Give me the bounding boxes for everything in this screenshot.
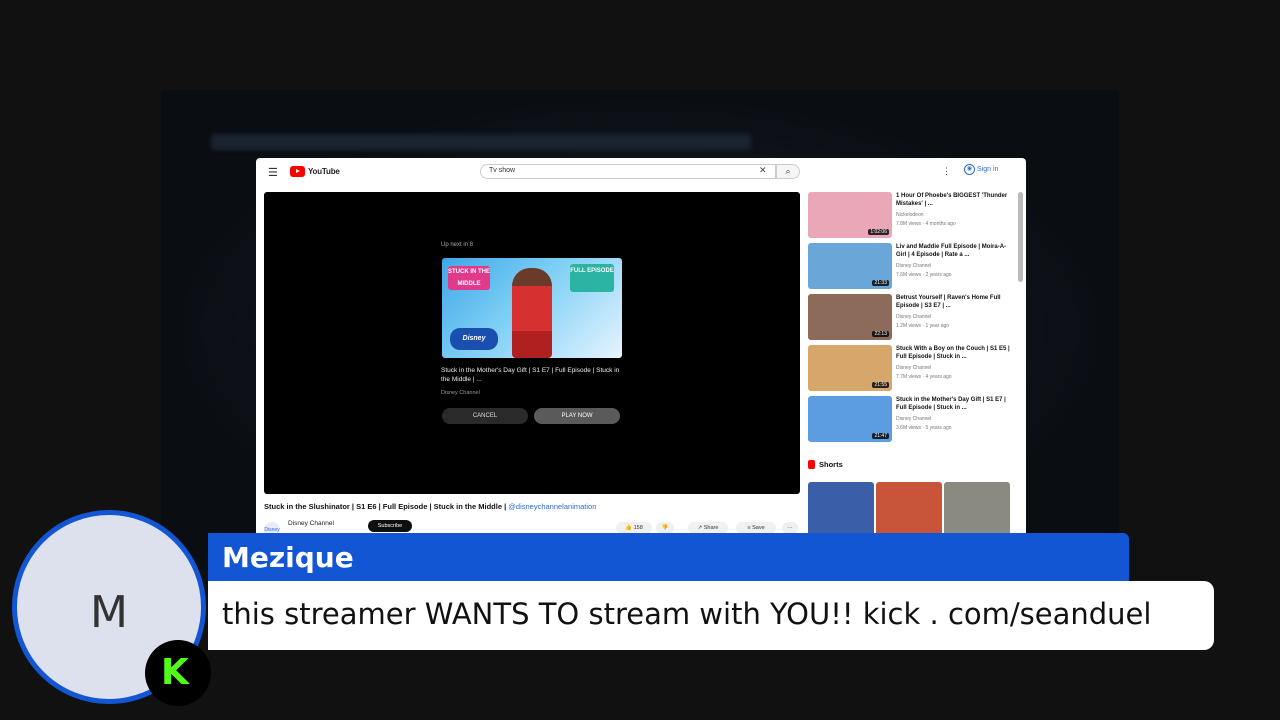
recommended-video[interactable]: 21:55 Stuck With a Boy on the Couch | S1 … — [808, 345, 1018, 391]
subscribe-button[interactable]: Subscribe — [368, 520, 412, 532]
alert-message-bar: this streamer WANTS TO stream with YOU!!… — [208, 581, 1214, 650]
thumbs-up-icon: 👍 — [625, 525, 633, 531]
video-duration: 21:55 — [872, 382, 889, 388]
share-icon: ↗ — [697, 525, 703, 531]
video-player[interactable]: Up next in 8 STUCK IN THE MIDDLE FULL EP… — [264, 192, 800, 494]
full-episode-badge: FULL EPISODE — [570, 264, 614, 292]
video-duration: 21:33 — [872, 280, 889, 286]
channel-tag-link[interactable]: @disneychannelanimation — [508, 502, 596, 511]
recommended-meta: 7.7M views · 4 years ago — [896, 374, 952, 380]
youtube-play-icon — [290, 166, 305, 177]
disney-logo: Disney — [450, 328, 498, 350]
recommended-title[interactable]: 1 Hour Of Phoebe's BIGGEST 'Thunder Mist… — [896, 192, 1014, 208]
play-now-button[interactable]: PLAY NOW — [534, 408, 620, 424]
recommended-channel: Disney Channel — [896, 365, 932, 371]
short-thumbnail[interactable] — [944, 482, 1010, 538]
account-icon: ◉ — [964, 164, 975, 175]
video-duration: 21:47 — [872, 433, 889, 439]
recommended-channel: Disney Channel — [896, 416, 932, 422]
youtube-logo[interactable]: YouTube — [290, 166, 340, 177]
scrollbar[interactable] — [1018, 192, 1023, 282]
recommended-channel: Disney Channel — [896, 263, 932, 269]
save-label: Save — [752, 525, 765, 531]
avatar-letter: M — [90, 587, 128, 638]
recommended-channel: Disney Channel — [896, 314, 932, 320]
recommended-channel: Nickelodeon — [896, 212, 924, 218]
kick-logo-icon: K — [145, 640, 211, 706]
sign-in-button[interactable]: ◉ Sign in — [964, 164, 998, 175]
thumbnail-figure — [512, 268, 552, 358]
short-thumbnail[interactable] — [876, 482, 942, 538]
video-title-text: Stuck in the Slushinator | S1 E6 | Full … — [264, 502, 507, 511]
thumbs-down-icon: 👎 — [661, 525, 669, 531]
up-next-label: Up next in 8 — [441, 242, 474, 248]
recommended-meta: 7.6M views · 2 years ago — [896, 272, 952, 278]
recommended-title[interactable]: Liv and Maddie Full Episode | Moira-A-Gi… — [896, 243, 1014, 259]
video-duration: 22:13 — [872, 331, 889, 337]
alert-username: Mezique — [222, 541, 354, 574]
browser-window: ☰ YouTube Tv show ✕ ⌕ ⋮ ◉ Sign in Up nex… — [256, 158, 1026, 538]
search-icon: ⌕ — [785, 166, 791, 176]
recommended-video[interactable]: 21:33 Liv and Maddie Full Episode | Moira… — [808, 243, 1018, 289]
recommended-title[interactable]: Stuck in the Mother's Day Gift | S1 E7 |… — [896, 396, 1014, 412]
search-button[interactable]: ⌕ — [776, 164, 800, 179]
recommended-video[interactable]: 1:02:06 1 Hour Of Phoebe's BIGGEST 'Thund… — [808, 192, 1018, 238]
recommended-thumbnail[interactable]: 22:13 — [808, 294, 892, 340]
channel-name[interactable]: Disney Channel — [288, 520, 334, 527]
recommended-thumbnail[interactable]: 21:33 — [808, 243, 892, 289]
blurred-window-title — [211, 134, 751, 150]
up-next-title[interactable]: Stuck in the Mother's Day Gift | S1 E7 |… — [441, 366, 621, 384]
recommended-meta: 7.8M views · 4 months ago — [896, 221, 956, 227]
cancel-button[interactable]: CANCEL — [442, 408, 528, 424]
shorts-header: Shorts — [808, 460, 843, 469]
shorts-label: Shorts — [819, 460, 843, 469]
shorts-icon — [808, 460, 815, 469]
video-title: Stuck in the Slushinator | S1 E6 | Full … — [264, 502, 596, 511]
search-input[interactable]: Tv show — [480, 164, 776, 179]
video-duration: 1:02:06 — [868, 229, 889, 235]
like-count: 158 — [633, 525, 643, 531]
youtube-header: ☰ YouTube Tv show ✕ ⌕ ⋮ ◉ Sign in — [256, 158, 1026, 186]
settings-kebab-icon[interactable]: ⋮ — [942, 166, 951, 177]
recommended-video[interactable]: 21:47 Stuck in the Mother's Day Gift | S1… — [808, 396, 1018, 442]
kick-letter: K — [161, 652, 189, 693]
recommended-meta: 3.6M views · 5 years ago — [896, 425, 952, 431]
save-icon: ≡ — [747, 525, 751, 531]
up-next-thumbnail[interactable]: STUCK IN THE MIDDLE FULL EPISODE Disney — [442, 258, 622, 358]
clear-search-icon[interactable]: ✕ — [759, 165, 767, 176]
sign-in-label: Sign in — [977, 166, 999, 173]
show-logo: STUCK IN THE MIDDLE — [448, 266, 490, 290]
recommended-video[interactable]: 22:13 Betrust Yourself | Raven's Home Ful… — [808, 294, 1018, 340]
youtube-logo-text: YouTube — [308, 167, 340, 176]
menu-icon[interactable]: ☰ — [268, 166, 278, 179]
up-next-channel: Disney Channel — [441, 390, 480, 396]
recommended-thumbnail[interactable]: 21:47 — [808, 396, 892, 442]
recommended-thumbnail[interactable]: 21:55 — [808, 345, 892, 391]
share-label: Share — [703, 525, 719, 531]
recommended-meta: 1.2M views · 1 year ago — [896, 323, 950, 329]
alert-username-bar: Mezique — [208, 533, 1129, 581]
short-thumbnail[interactable] — [808, 482, 874, 538]
alert-message: this streamer WANTS TO stream with YOU!!… — [222, 597, 1152, 631]
recommended-title[interactable]: Betrust Yourself | Raven's Home Full Epi… — [896, 294, 1014, 310]
recommended-thumbnail[interactable]: 1:02:06 — [808, 192, 892, 238]
recommended-title[interactable]: Stuck With a Boy on the Couch | S1 E5 | … — [896, 345, 1014, 361]
